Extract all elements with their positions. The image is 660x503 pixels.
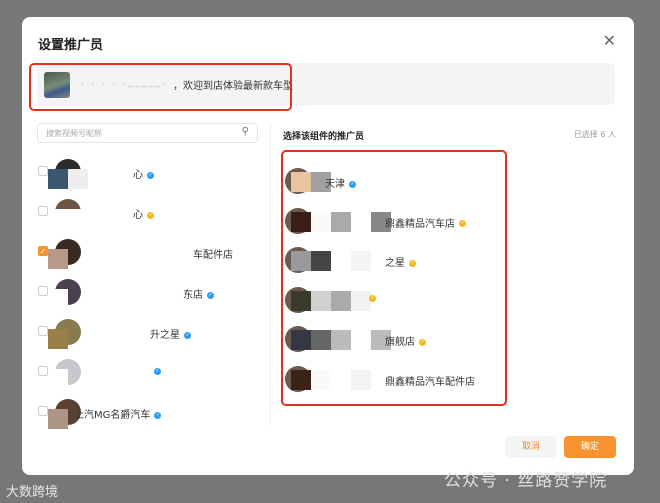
watermark-right: 公众号 · 丝路赞学院 xyxy=(444,471,608,491)
mosaic-block xyxy=(68,209,88,229)
mosaic-block xyxy=(48,209,68,229)
set-promoter-dialog: 设置推广员 ✕ . . . . ._____. ，欢迎到店体验最新款车型 搜索视… xyxy=(22,17,634,475)
verified-icon: ✓ xyxy=(154,411,162,419)
close-icon[interactable]: ✕ xyxy=(603,31,616,50)
verified-icon: ✓ xyxy=(184,331,191,339)
selected-count: 已选择 6 人 xyxy=(573,130,616,139)
promoter-name: 心 xyxy=(133,170,143,181)
mosaic-block xyxy=(48,369,68,389)
checkbox[interactable] xyxy=(38,286,48,296)
checkbox[interactable] xyxy=(38,166,48,176)
promoter-name: 升之星 xyxy=(150,330,180,341)
cancel-button[interactable]: 取消 xyxy=(505,436,557,458)
checkbox[interactable] xyxy=(38,326,48,336)
confirm-button[interactable]: 确定 xyxy=(564,436,616,458)
search-icon: ⚲ xyxy=(241,126,249,137)
promoter-item[interactable]: ✓ xyxy=(38,359,258,389)
promoter-name: 心 xyxy=(133,210,143,221)
promoter-item[interactable]: 升之星 ✓ xyxy=(38,319,258,349)
promoter-name: 东店 xyxy=(183,290,203,301)
promoter-item[interactable]: 上汽MG名爵汽车 ✓ xyxy=(38,399,258,429)
verified-icon: ✓ xyxy=(154,367,161,375)
checkbox[interactable]: ✓ xyxy=(38,246,48,256)
promoter-item[interactable]: ✓ 车配件店 xyxy=(38,239,258,269)
verified-icon: ✓ xyxy=(147,211,154,219)
column-divider xyxy=(270,125,271,425)
highlight-box xyxy=(29,63,292,111)
watermark-left: 大数跨境 xyxy=(6,485,59,500)
promoter-item[interactable]: 东店 ✓ xyxy=(38,279,258,309)
mosaic-block xyxy=(48,249,68,269)
selected-header: 选择该组件的推广员 xyxy=(283,132,365,142)
mosaic-block xyxy=(48,409,68,429)
checkbox[interactable] xyxy=(38,406,48,416)
mosaic-block xyxy=(68,169,88,189)
dialog-title: 设置推广员 xyxy=(38,38,104,53)
checkbox[interactable] xyxy=(38,366,48,376)
promoter-name: 车配件店 xyxy=(193,250,233,261)
verified-icon: ✓ xyxy=(147,171,154,179)
search-input[interactable]: 搜索视频号昵称 ⚲ xyxy=(37,123,258,143)
checkbox[interactable] xyxy=(38,206,48,216)
search-placeholder: 搜索视频号昵称 xyxy=(46,129,102,138)
mosaic-block xyxy=(48,169,68,189)
promoter-name: 上汽MG名爵汽车 xyxy=(74,410,151,421)
mosaic-block xyxy=(48,289,68,309)
mosaic-block xyxy=(48,329,68,349)
verified-icon: ✓ xyxy=(207,291,214,299)
promoter-item[interactable]: 心 ✓ xyxy=(38,199,258,229)
highlight-box xyxy=(281,150,507,406)
promoter-item[interactable]: 心 ✓ xyxy=(38,159,258,189)
